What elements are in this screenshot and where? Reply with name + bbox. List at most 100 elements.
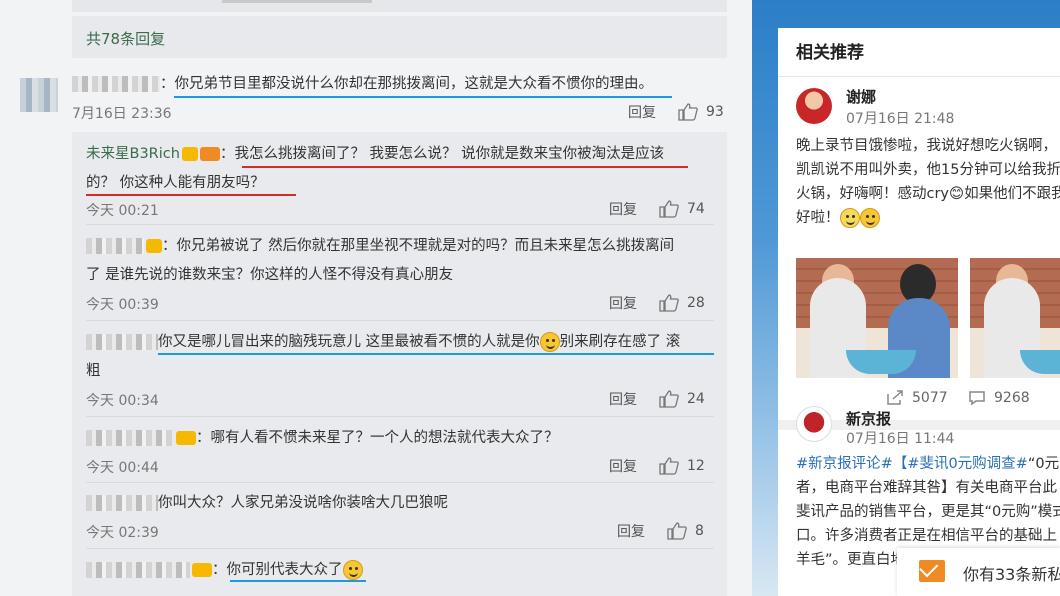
post-photo[interactable] [796, 258, 958, 378]
comment-text: ：你兄弟被说了 然后你就在那里坐视不理就是对的吗？而且未来星怎么挑拨离间 [162, 238, 675, 254]
reply-button[interactable]: 回复 [609, 389, 637, 409]
reply-button[interactable]: 回复 [609, 199, 637, 219]
like-count: 28 [687, 295, 705, 311]
comment-time: 今天 02:39 [86, 525, 159, 541]
like-count: 8 [695, 523, 704, 539]
blurred-username[interactable] [86, 334, 158, 350]
reply-button[interactable]: 回复 [628, 102, 656, 122]
member-badge-icon [146, 239, 162, 253]
avatar[interactable] [796, 406, 832, 442]
divider [778, 76, 1060, 77]
panel-title: 相关推荐 [796, 43, 864, 63]
comment-time: 今天 00:44 [86, 460, 159, 476]
emoji-icon [342, 560, 363, 580]
verified-icon [181, 147, 198, 161]
post-text: 凯凯说不用叫外卖，他15分钟可以给我折 [796, 162, 1060, 178]
notification-text: 你有33条新私信 [963, 565, 1060, 584]
comment-actions: 回复 74 [609, 199, 705, 219]
post-text: 火锅，好嗨啊！感动cry😊如果他们不跟我 [796, 186, 1060, 202]
emoji-icon [859, 208, 880, 228]
reply-button[interactable]: 回复 [609, 456, 637, 476]
divider [86, 482, 714, 483]
post-text: 晚上录节目饿惨啦，我说好想吃火锅啊， [796, 138, 1057, 154]
list-item: 你叫大众？人家兄弟没说啥你装啥大几巴狼呢 [86, 489, 716, 518]
comment-text: ：我怎么挑拨离间了？ 我要怎么说？ 说你就是数来宝你被淘汰是应该 [219, 146, 665, 162]
comment-time: 7月16日 23:36 [72, 106, 172, 122]
annotation-underline [174, 96, 672, 98]
recommend-panel: 相关推荐 谢娜 07月16日 21:48 晚上录节目饿惨啦，我说好想吃火锅啊， … [778, 28, 1060, 596]
comment-actions: 回复 28 [609, 293, 705, 313]
comment-time: 今天 00:21 [86, 203, 159, 219]
thumbs-up-icon[interactable] [659, 457, 679, 475]
main-comment: ：你兄弟节目里都没说什么你却在那挑拨离间，这就是大众看不惯你的理由。 [72, 70, 732, 99]
thumbs-up-icon[interactable] [667, 522, 687, 540]
top-bar [72, 0, 727, 12]
blurred-username[interactable] [86, 495, 158, 511]
reply-button[interactable]: 回复 [617, 521, 645, 541]
member-badge-icon [192, 563, 212, 577]
thumbs-up-icon[interactable] [659, 390, 679, 408]
topic-link[interactable]: 【#斐讯0元购调查# [893, 456, 1028, 472]
comment-text: ：哪有人看不惯未来星了？一个人的想法就代表大众了？ [196, 430, 559, 446]
scroll-indicator[interactable] [222, 0, 372, 3]
blurred-username[interactable] [72, 76, 160, 92]
reply-count: 共78条回复 [86, 30, 166, 48]
comment-text: 你叫大众？人家兄弟没说啥你装啥大几巴狼呢 [158, 495, 448, 511]
comment-time: 今天 00:34 [86, 393, 159, 409]
comment-text: ：你可别代表大众了 [212, 562, 343, 578]
emoji-icon [839, 208, 860, 228]
like-count: 93 [706, 104, 724, 120]
reply-button[interactable]: 回复 [609, 293, 637, 313]
reply-count-bar[interactable]: 共78条回复 [72, 16, 727, 58]
topic-link[interactable]: #新京报评论# [796, 456, 893, 472]
repost-count: 5077 [912, 390, 948, 406]
annotation-underline [242, 166, 688, 168]
post-text: 斐讯产品的销售平台，更是其“0元购”模式 [796, 504, 1060, 520]
post-photo[interactable] [970, 258, 1060, 378]
avatar[interactable] [20, 78, 58, 112]
comment-icon [969, 391, 985, 406]
comment-count: 9268 [994, 390, 1030, 406]
repost-icon [887, 390, 903, 405]
comment-text: 你又是哪儿冒出来的脑残玩意儿 这里最被看不惯的人就是你 [158, 334, 540, 350]
blurred-username[interactable] [86, 238, 144, 254]
divider [86, 416, 714, 417]
thumbs-up-icon[interactable] [678, 103, 698, 121]
list-item: ：你可别代表大众了 [86, 556, 716, 585]
list-item: ：你兄弟被说了 然后你就在那里坐视不理就是对的吗？而且未来星怎么挑拨离间 了 是… [86, 232, 716, 290]
repost-stat[interactable]: 5077 [886, 390, 948, 406]
list-item: 你又是哪儿冒出来的脑残玩意儿 这里最被看不惯的人就是你 别来刷存在感了 滚 粗 [86, 328, 716, 386]
divider [86, 320, 714, 321]
list-item: 未来星B3Rich ：我怎么挑拨离间了？ 我要怎么说？ 说你就是数来宝你被淘汰是应… [86, 140, 716, 198]
post-text: 好啦！ [796, 210, 840, 226]
comment-stat[interactable]: 9268 [968, 390, 1030, 406]
divider [86, 548, 714, 549]
blurred-username[interactable] [86, 430, 174, 446]
username-link[interactable]: 未来星B3Rich [86, 146, 180, 162]
comment-text-b: 别来刷存在感了 滚 [559, 334, 681, 350]
annotation-underline [230, 580, 366, 582]
blurred-username[interactable] [86, 562, 190, 578]
post-text: 口。许多消费者正是在相信平台的基础上 [796, 528, 1057, 544]
annotation-underline [86, 194, 296, 196]
like-count: 74 [687, 201, 705, 217]
post-author[interactable]: 谢娜 [846, 86, 876, 107]
post-time: 07月16日 21:48 [846, 111, 955, 127]
comment-thread: 共78条回复 ：你兄弟节目里都没说什么你却在那挑拨离间，这就是大众看不惯你的理由… [0, 0, 752, 596]
comment-actions: 回复 93 [628, 102, 724, 122]
list-item: ：哪有人看不惯未来星了？一个人的想法就代表大众了？ [86, 424, 716, 453]
comment-actions: 回复 12 [609, 456, 705, 476]
message-notification[interactable]: 你有33条新私信 [897, 548, 1060, 596]
thumbs-up-icon[interactable] [659, 294, 679, 312]
post-time: 07月16日 11:44 [846, 431, 955, 447]
avatar[interactable] [796, 88, 832, 124]
thumbs-up-icon[interactable] [659, 200, 679, 218]
annotation-underline [158, 353, 714, 355]
post-author[interactable]: 新京报 [846, 408, 891, 429]
comment-text: ：你兄弟节目里都没说什么你却在那挑拨离间，这就是大众看不惯你的理由。 [160, 76, 653, 92]
post-text: “0元购 [1027, 456, 1060, 472]
divider [86, 224, 714, 225]
mail-icon [919, 560, 945, 582]
comment-actions: 回复 8 [617, 521, 704, 541]
comment-time: 今天 00:39 [86, 297, 159, 313]
